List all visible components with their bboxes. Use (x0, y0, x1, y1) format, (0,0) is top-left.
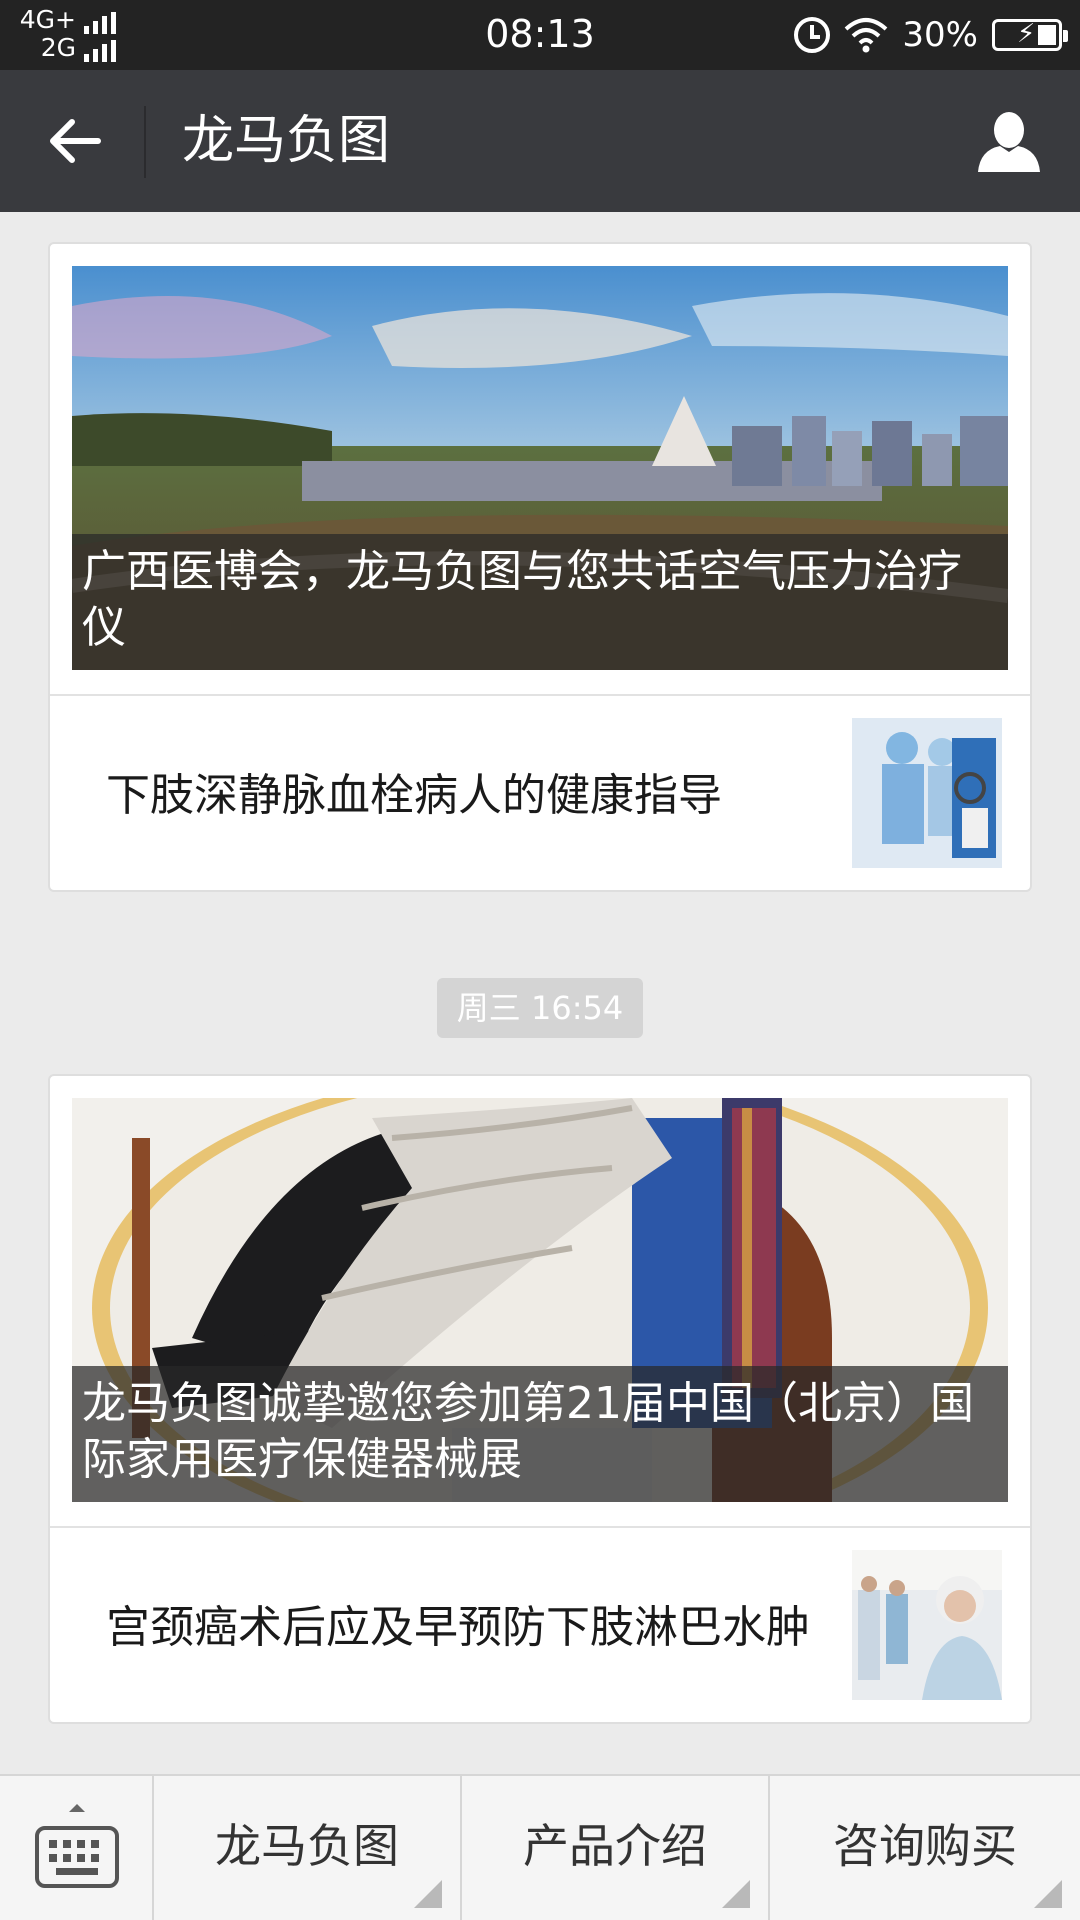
article-list-item[interactable]: 下肢深静脉血栓病人的健康指导 (50, 696, 1030, 890)
article-card: 广西医博会，龙马负图与您共话空气压力治疗仪 下肢深静脉血栓病人的健康指导 (48, 242, 1032, 892)
wifi-icon (845, 18, 888, 53)
timestamp: 周三 16:54 (437, 978, 643, 1038)
article-list-item[interactable]: 宫颈癌术后应及早预防下肢淋巴水肿 (50, 1528, 1030, 1722)
back-button[interactable] (40, 106, 110, 176)
page-title: 龙马负图 (182, 111, 391, 171)
cover-article[interactable]: 龙马负图诚挚邀您参加第21届中国（北京）国际家用医疗保健器械展 (72, 1098, 1008, 1502)
submenu-indicator-icon (1034, 1880, 1062, 1908)
article-card: 龙马负图诚挚邀您参加第21届中国（北京）国际家用医疗保健器械展 宫颈癌术后应及早… (48, 1074, 1032, 1724)
title-bar: 龙马负图 (0, 70, 1080, 212)
battery-icon: ⚡ (992, 19, 1068, 51)
menu-item-label: 产品介绍 (523, 1819, 707, 1873)
article-thumbnail (852, 1550, 1002, 1700)
article-title: 宫颈癌术后应及早预防下肢淋巴水肿 (106, 1602, 810, 1653)
profile-button[interactable] (974, 106, 1044, 176)
menu-item-longma[interactable]: 龙马负图 (154, 1776, 462, 1920)
alarm-icon (794, 17, 831, 53)
cover-caption: 龙马负图诚挚邀您参加第21届中国（北京）国际家用医疗保健器械展 (72, 1366, 1008, 1502)
article-title: 下肢深静脉血栓病人的健康指导 (106, 770, 722, 821)
submenu-indicator-icon (414, 1880, 442, 1908)
menu-item-label: 龙马负图 (215, 1819, 399, 1873)
arrow-left-icon (50, 119, 101, 163)
keyboard-toggle-button[interactable] (0, 1776, 154, 1920)
battery-percent: 30% (902, 15, 978, 55)
menu-item-purchase[interactable]: 咨询购买 (770, 1776, 1080, 1920)
menu-item-products[interactable]: 产品介绍 (462, 1776, 770, 1920)
menu-item-label: 咨询购买 (833, 1819, 1017, 1873)
cover-article[interactable]: 广西医博会，龙马负图与您共话空气压力治疗仪 (72, 266, 1008, 670)
submenu-indicator-icon (722, 1880, 750, 1908)
article-thumbnail (852, 718, 1002, 868)
cover-caption: 广西医博会，龙马负图与您共话空气压力治疗仪 (72, 534, 1008, 670)
status-bar: 4G+ 2G 08:13 30% ⚡ (0, 0, 1080, 70)
bottom-menu: 龙马负图 产品介绍 咨询购买 (0, 1774, 1080, 1920)
header-divider (144, 106, 146, 178)
person-icon (978, 112, 1040, 172)
keyboard-icon (35, 1804, 119, 1888)
